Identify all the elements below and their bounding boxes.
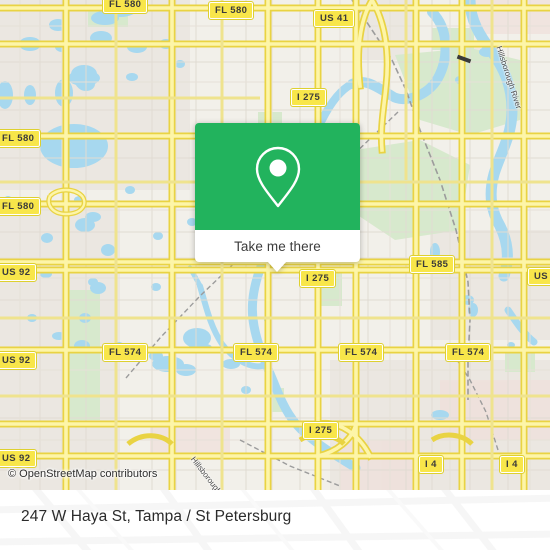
map-screen: FL 580 FL 580 US 41 I 275 FL 580 FL 580 … [0, 0, 550, 550]
route-shield[interactable]: FL 574 [101, 343, 149, 362]
route-shield[interactable]: I 275 [289, 88, 328, 107]
card-pointer [267, 261, 287, 272]
card-header [195, 123, 360, 230]
route-shield[interactable]: US 92 [0, 351, 38, 370]
route-shield[interactable]: US [527, 267, 550, 286]
route-shield[interactable]: FL 580 [0, 197, 42, 216]
destination-card[interactable]: Take me there [195, 123, 360, 272]
map-canvas[interactable]: FL 580 FL 580 US 41 I 275 FL 580 FL 580 … [0, 0, 550, 490]
route-shield[interactable]: US 41 [312, 9, 356, 28]
route-shield[interactable]: I 275 [298, 269, 337, 288]
route-shield[interactable]: FL 585 [408, 255, 456, 274]
route-shield[interactable]: FL 574 [444, 343, 492, 362]
footer-bar: 247 W Haya St, Tampa / St Petersburg moo… [0, 490, 550, 550]
take-me-there-label: Take me there [234, 238, 321, 254]
address-title: 247 W Haya St, Tampa / St Petersburg [21, 508, 292, 525]
route-shield[interactable]: US 92 [0, 449, 38, 468]
route-shield[interactable]: FL 580 [0, 129, 42, 148]
route-shield[interactable]: I 4 [418, 455, 444, 474]
route-shield[interactable]: I 4 [499, 455, 525, 474]
route-shield[interactable]: I 275 [301, 421, 340, 440]
take-me-there-button[interactable]: Take me there [195, 230, 360, 262]
route-shield[interactable]: US 92 [0, 263, 38, 282]
route-shield[interactable]: FL 574 [337, 343, 385, 362]
route-shield[interactable]: FL 580 [207, 1, 255, 20]
map-pin-icon [255, 146, 300, 207]
route-shield[interactable]: FL 574 [232, 343, 280, 362]
osm-attribution[interactable]: © OpenStreetMap contributors [8, 468, 157, 480]
route-shield[interactable]: FL 580 [101, 0, 149, 14]
